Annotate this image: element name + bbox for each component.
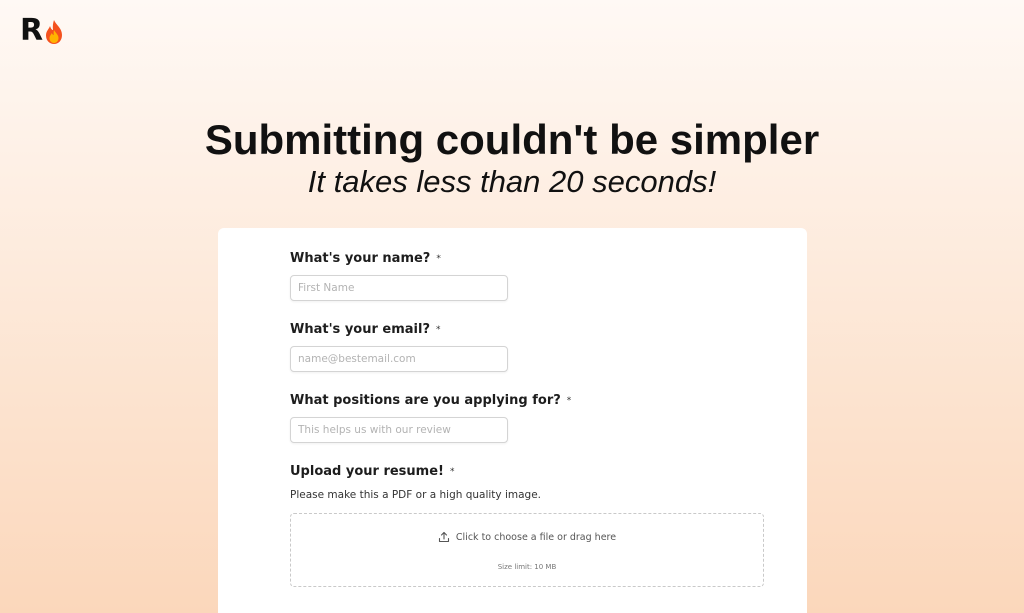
resume-dropzone[interactable]: Click to choose a file or drag here Size… bbox=[290, 513, 764, 587]
required-marker: * bbox=[436, 325, 441, 335]
resume-field-group: Upload your resume! * Please make this a… bbox=[290, 461, 542, 502]
fire-icon bbox=[46, 20, 63, 44]
positions-input[interactable] bbox=[290, 417, 508, 443]
brand-logo[interactable]: R bbox=[20, 16, 65, 46]
positions-label: What positions are you applying for? bbox=[290, 392, 561, 408]
email-label: What's your email? bbox=[290, 321, 431, 337]
required-marker: * bbox=[566, 396, 572, 406]
page-title: Submitting couldn't be simpler bbox=[204, 116, 820, 163]
name-field-group: What's your name? * bbox=[290, 248, 508, 301]
logo-letter: R bbox=[20, 13, 44, 48]
email-field-group: What's your email? * bbox=[290, 319, 508, 372]
dropzone-prompt: Click to choose a file or drag here bbox=[291, 531, 763, 543]
name-label: What's your name? bbox=[290, 250, 431, 266]
resume-helper-text: Please make this a PDF or a high quality… bbox=[290, 489, 542, 501]
required-marker: * bbox=[436, 254, 441, 264]
required-marker: * bbox=[449, 467, 455, 477]
resume-label: Upload your resume! bbox=[290, 463, 444, 479]
submission-form: What's your name? * What's your email? *… bbox=[218, 228, 807, 613]
size-limit-text: Size limit: 10 MB bbox=[497, 563, 557, 571]
dropzone-text: Click to choose a file or drag here bbox=[455, 531, 617, 543]
positions-field-group: What positions are you applying for? * bbox=[290, 390, 571, 443]
page-subtitle: It takes less than 20 seconds! bbox=[307, 164, 717, 199]
first-name-input[interactable] bbox=[290, 275, 508, 301]
upload-icon bbox=[438, 531, 449, 543]
email-input[interactable] bbox=[290, 346, 508, 372]
